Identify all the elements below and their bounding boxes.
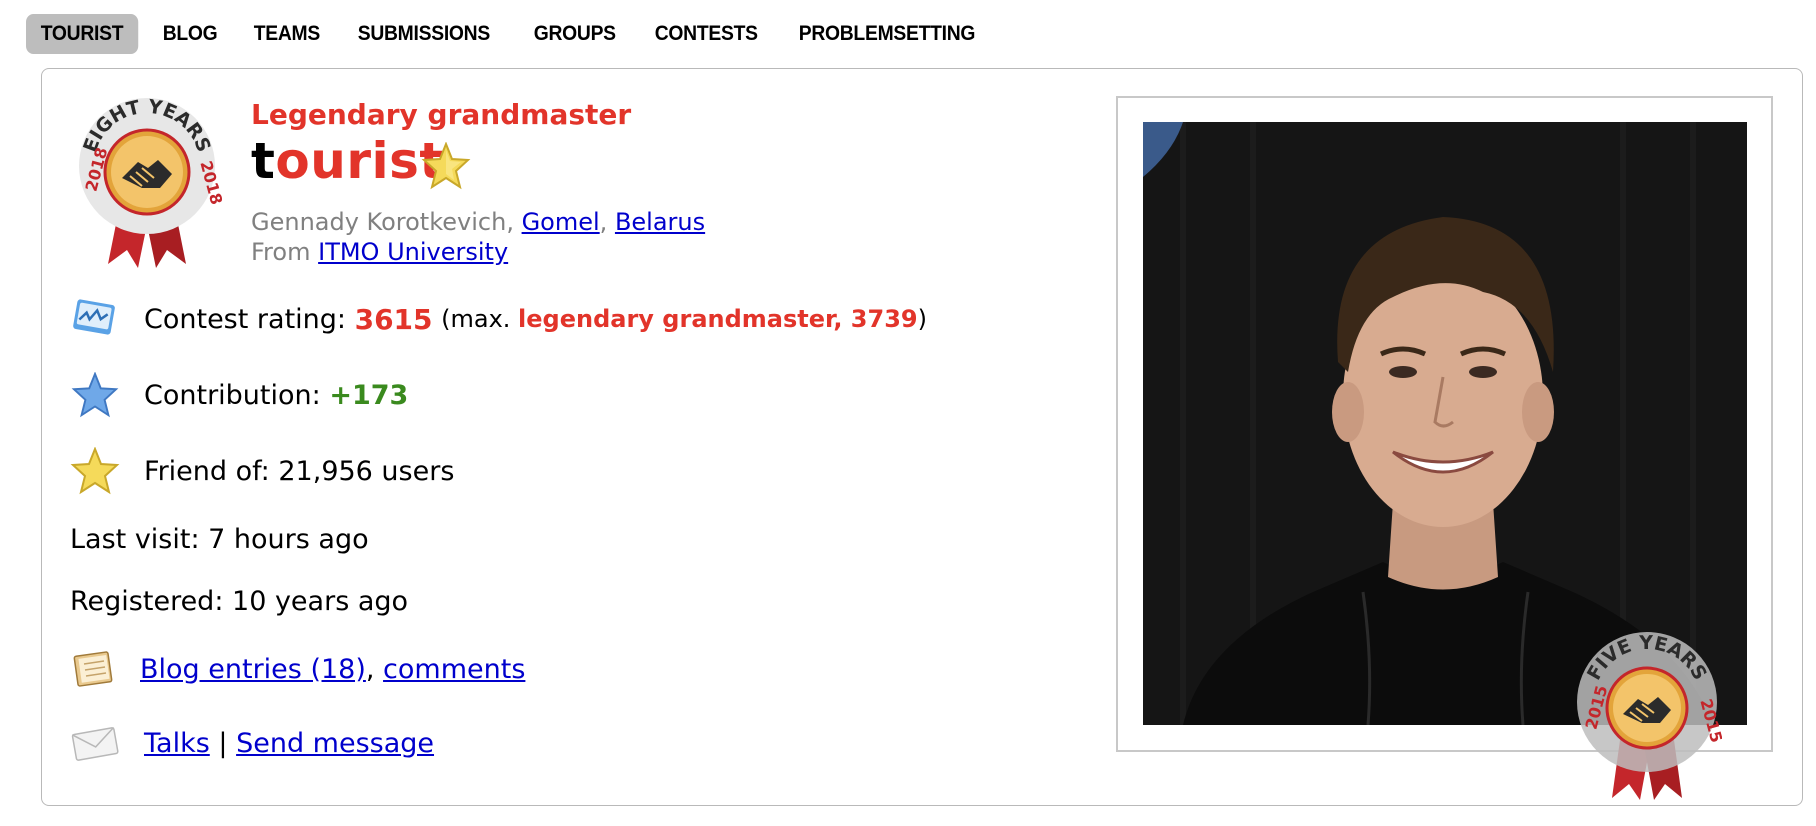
from-label: From [251,238,311,266]
nav-tab-submissions[interactable]: SUBMISSIONS [343,14,505,54]
handle-first-letter: t [251,132,276,190]
nav-tab-problemsetting[interactable]: PROBLEMSETTING [784,14,990,54]
friend-value: 21,956 users [278,455,455,487]
nav-tab-groups[interactable]: GROUPS [519,14,631,54]
last-visit-row: Last visit: 7 hours ago [70,524,369,555]
user-organization: From ITMO University [251,238,508,266]
five-years-badge-icon: FIVE YEARS 2015 2015 [1577,632,1722,800]
notebook-icon [70,644,120,694]
max-rating: (max. legendary grandmaster, 3739) [441,305,927,333]
friend-of-row: Friend of: 21,956 users [70,446,454,496]
contribution-value: +173 [329,379,409,411]
registered-row: Registered: 10 years ago [70,586,408,617]
user-rank: Legendary grandmaster [251,98,632,131]
rating-label: Contest rating: [144,303,346,335]
registered-value: 10 years ago [232,586,409,617]
talks-link[interactable]: Talks [144,728,210,759]
user-handle: tourist [251,132,444,190]
yellow-star-icon [70,446,120,496]
blog-row: Blog entries (18), comments [70,644,525,694]
user-full-name: Gennady Korotkevich [251,208,507,236]
nav-tab-teams[interactable]: TEAMS [239,14,335,54]
max-suffix: ) [917,305,927,333]
user-location: Gennady Korotkevich, Gomel, Belarus [251,208,706,236]
contest-rating-row: Contest rating: 3615 (max. legendary gra… [70,294,927,344]
registered-label: Registered: [70,586,224,617]
contribution-label: Contribution: [144,379,321,411]
eight-years-badge-icon: EIGHT YEARS 2018 2018 [79,96,222,268]
rating-value: 3615 [354,302,433,336]
max-prefix: (max. [441,305,511,333]
link-separator: | [218,727,228,759]
blue-star-icon [70,370,120,420]
rating-graph-icon [70,294,120,344]
max-rating-value: legendary grandmaster, 3739 [518,305,918,333]
friend-label: Friend of: [144,455,270,487]
blog-entries-link[interactable]: Blog entries (18) [140,654,366,685]
send-message-link[interactable]: Send message [236,728,434,759]
envelope-icon [70,718,120,768]
last-visit-label: Last visit: [70,524,200,555]
country-link[interactable]: Belarus [615,208,705,236]
profile-nav: TOURIST BLOG TEAMS SUBMISSIONS GROUPS CO… [26,14,1008,54]
nav-tab-tourist[interactable]: TOURIST [26,14,138,54]
nav-tab-contests[interactable]: CONTESTS [640,14,772,54]
nav-tab-blog[interactable]: BLOG [148,14,232,54]
organization-link[interactable]: ITMO University [318,238,508,266]
city-link[interactable]: Gomel [522,208,600,236]
favorite-star-icon[interactable] [421,142,471,190]
handle-rest: ourist [275,132,444,190]
messages-row: Talks | Send message [70,718,434,768]
comments-link[interactable]: comments [383,654,525,685]
last-visit-value: 7 hours ago [208,524,369,555]
contribution-row: Contribution: +173 [70,370,408,420]
